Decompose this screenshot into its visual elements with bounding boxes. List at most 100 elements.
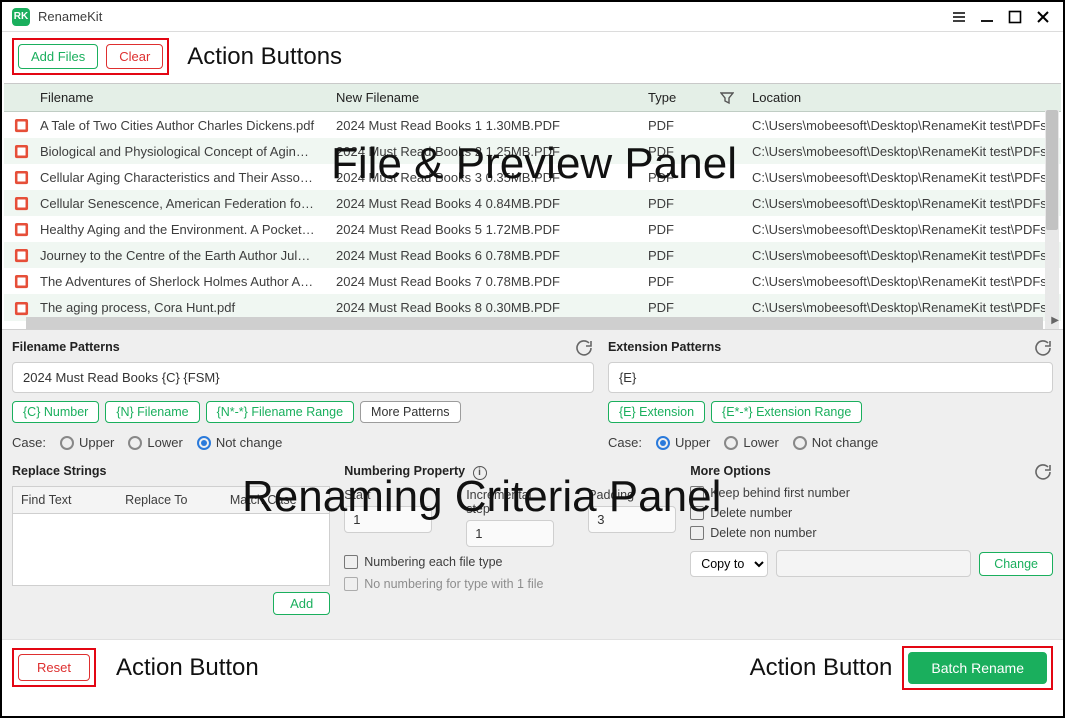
copy-to-path-input[interactable]: [776, 550, 971, 577]
app-icon: RK: [12, 8, 30, 26]
table-row[interactable]: Cellular Aging Characteristics and Their…: [4, 164, 1061, 190]
row-new-filename: 2024 Must Read Books 4 0.84MB.PDF: [326, 190, 638, 216]
col-new-filename[interactable]: New Filename: [326, 84, 638, 112]
pattern-e-extension[interactable]: {E} Extension: [608, 401, 705, 423]
top-action-bar: Add Files Clear Action Buttons: [2, 32, 1063, 83]
keep-behind-checkbox[interactable]: [690, 486, 704, 500]
row-type: PDF: [638, 268, 742, 294]
col-type[interactable]: Type: [638, 84, 742, 112]
pattern-n-range[interactable]: {N*-*} Filename Range: [206, 401, 354, 423]
replace-col-match[interactable]: Match Case: [222, 487, 330, 514]
clear-button[interactable]: Clear: [106, 44, 163, 69]
table-row[interactable]: Biological and Physiological Concept of …: [4, 138, 1061, 164]
title-bar: RK RenameKit: [2, 2, 1063, 32]
replace-col-to[interactable]: Replace To: [117, 487, 222, 514]
annotation-redbox-batch: Batch Rename: [902, 646, 1053, 690]
case-notchange-radio[interactable]: [197, 436, 211, 450]
change-button[interactable]: Change: [979, 552, 1053, 576]
vertical-scrollbar[interactable]: [1045, 110, 1059, 329]
refresh-icon[interactable]: [1035, 340, 1051, 356]
filename-pattern-input[interactable]: [12, 362, 594, 393]
step-label: Incremental step: [466, 488, 554, 516]
table-row[interactable]: Journey to the Centre of the Earth Autho…: [4, 242, 1061, 268]
pattern-c-number[interactable]: {C} Number: [12, 401, 99, 423]
criteria-panel: Renaming Criteria Panel Filename Pattern…: [2, 329, 1063, 639]
numbering-eachtype-checkbox[interactable]: [344, 555, 358, 569]
padding-label: Padding: [588, 488, 676, 502]
pattern-n-filename[interactable]: {N} Filename: [105, 401, 199, 423]
col-icon[interactable]: [4, 84, 30, 112]
row-location: C:\Users\mobeesoft\Desktop\RenameKit tes…: [742, 138, 1061, 164]
app-title: RenameKit: [38, 9, 945, 24]
row-icon: [4, 242, 30, 268]
start-input[interactable]: [344, 506, 432, 533]
row-filename: Journey to the Centre of the Earth Autho…: [30, 242, 326, 268]
row-icon: [4, 190, 30, 216]
row-type: PDF: [638, 112, 742, 139]
row-icon: [4, 164, 30, 190]
extension-patterns-section: Extension Patterns {E} Extension {E*-*} …: [608, 340, 1053, 450]
numbering-title-text: Numbering Property: [344, 464, 465, 478]
pattern-e-range[interactable]: {E*-*} Extension Range: [711, 401, 862, 423]
maximize-icon[interactable]: [1001, 3, 1029, 31]
table-row[interactable]: Healthy Aging and the Environment. A Poc…: [4, 216, 1061, 242]
row-filename: Biological and Physiological Concept of …: [30, 138, 326, 164]
row-icon: [4, 268, 30, 294]
info-icon[interactable]: i: [473, 466, 487, 480]
copy-to-select[interactable]: Copy to: [690, 551, 768, 577]
table-row[interactable]: A Tale of Two Cities Author Charles Dick…: [4, 112, 1061, 139]
refresh-icon[interactable]: [1035, 464, 1051, 480]
reset-button[interactable]: Reset: [18, 654, 90, 681]
row-filename: Healthy Aging and the Environment. A Poc…: [30, 216, 326, 242]
case-upper-label: Upper: [79, 435, 114, 450]
row-type: PDF: [638, 242, 742, 268]
more-options-title: More Options: [690, 464, 1053, 478]
delete-number-checkbox[interactable]: [690, 506, 704, 520]
file-table-body: A Tale of Two Cities Author Charles Dick…: [4, 112, 1061, 321]
case-notchange-label: Not change: [216, 435, 283, 450]
batch-rename-button[interactable]: Batch Rename: [908, 652, 1047, 684]
row-new-filename: 2024 Must Read Books 6 0.78MB.PDF: [326, 242, 638, 268]
extension-case-row: Case: Upper Lower Not change: [608, 435, 1053, 450]
footer-bar: Reset Action Button Action Button Batch …: [2, 639, 1063, 695]
numbering-no-onefile-checkbox[interactable]: [344, 577, 358, 591]
start-label: Start: [344, 488, 432, 502]
ext-case-upper-label: Upper: [675, 435, 710, 450]
ext-case-lower-radio[interactable]: [724, 436, 738, 450]
file-table: Filename New Filename Type Location A Ta…: [4, 84, 1061, 321]
extension-pattern-input[interactable]: [608, 362, 1053, 393]
minimize-icon[interactable]: [973, 3, 1001, 31]
row-location: C:\Users\mobeesoft\Desktop\RenameKit tes…: [742, 112, 1061, 139]
ext-case-upper-radio[interactable]: [656, 436, 670, 450]
case-upper-radio[interactable]: [60, 436, 74, 450]
ext-case-notchange-radio[interactable]: [793, 436, 807, 450]
replace-col-find[interactable]: Find Text: [13, 487, 118, 514]
replace-table: Find Text Replace To Match Case: [12, 486, 330, 586]
replace-add-button[interactable]: Add: [273, 592, 330, 615]
filename-case-row: Case: Upper Lower Not change: [12, 435, 594, 450]
horizontal-scrollbar[interactable]: [26, 317, 1043, 329]
numbering-property-title: Numbering Property i: [344, 464, 676, 480]
replace-strings-title: Replace Strings: [12, 464, 330, 478]
row-location: C:\Users\mobeesoft\Desktop\RenameKit tes…: [742, 242, 1061, 268]
add-files-button[interactable]: Add Files: [18, 44, 98, 69]
col-location[interactable]: Location: [742, 84, 1061, 112]
padding-input[interactable]: [588, 506, 676, 533]
table-row[interactable]: The Adventures of Sherlock Holmes Author…: [4, 268, 1061, 294]
refresh-icon[interactable]: [576, 340, 592, 356]
delete-nonnumber-checkbox[interactable]: [690, 526, 704, 540]
case-lower-label: Lower: [147, 435, 182, 450]
row-type: PDF: [638, 190, 742, 216]
menu-icon[interactable]: [945, 3, 973, 31]
step-input[interactable]: [466, 520, 554, 547]
table-row[interactable]: Cellular Senescence, American Federation…: [4, 190, 1061, 216]
col-type-label: Type: [648, 90, 676, 105]
filter-icon[interactable]: [720, 91, 734, 105]
ext-case-lower-label: Lower: [743, 435, 778, 450]
close-icon[interactable]: [1029, 3, 1057, 31]
col-filename[interactable]: Filename: [30, 84, 326, 112]
filename-patterns-title: Filename Patterns: [12, 340, 594, 354]
case-lower-radio[interactable]: [128, 436, 142, 450]
row-type: PDF: [638, 164, 742, 190]
more-patterns-button[interactable]: More Patterns: [360, 401, 461, 423]
